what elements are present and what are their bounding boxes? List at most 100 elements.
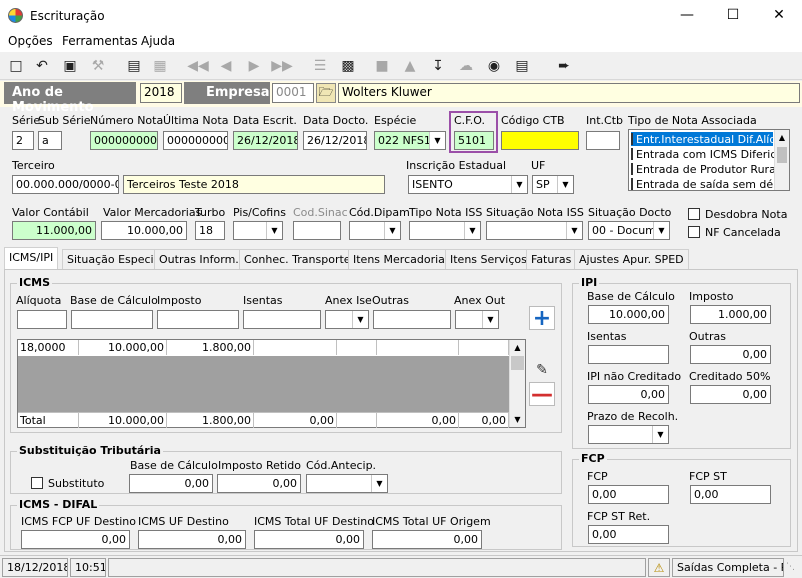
table-row[interactable]: 18,0000 10.000,00 1.800,00 xyxy=(18,340,509,355)
undo-icon[interactable]: ↶ xyxy=(32,56,52,76)
import-icon[interactable]: ↧ xyxy=(428,56,448,76)
int-ctb-field[interactable] xyxy=(586,131,620,150)
close-button[interactable]: ✕ xyxy=(756,0,802,30)
icms-grid[interactable]: 18,0000 10.000,00 1.800,00 Total 10.000,… xyxy=(17,339,526,428)
terceiro-cnpj-field[interactable]: 00.000.000/0000-00 xyxy=(12,175,119,194)
cib-icon[interactable]: ◉ xyxy=(484,56,504,76)
list-item[interactable]: Entr.Interestadual Dif.Alíq xyxy=(631,132,776,146)
tools-icon[interactable]: ⚒ xyxy=(88,56,108,76)
tab-itens-mercadorias[interactable]: Itens Mercadorias xyxy=(348,249,456,269)
edit-icon[interactable]: ✎ xyxy=(529,360,555,380)
numero-nota-field[interactable]: 0000000002 xyxy=(90,131,158,150)
anex-out-select[interactable]: ▼ xyxy=(455,310,499,329)
aliquota-input[interactable] xyxy=(17,310,67,329)
subserie-field[interactable]: a xyxy=(38,131,62,150)
tab-situacao-especial[interactable]: Situação Especial xyxy=(62,249,169,269)
tab-ajustes-sped[interactable]: Ajustes Apur. SPED xyxy=(574,249,689,269)
fcp-field[interactable]: 0,00 xyxy=(588,485,669,504)
checkbox[interactable] xyxy=(631,133,633,145)
scroll-up-icon[interactable]: ▲ xyxy=(775,130,789,145)
isentas-input[interactable] xyxy=(243,310,321,329)
maximize-button[interactable]: ☐ xyxy=(710,0,756,30)
grid-scrollbar[interactable]: ▲ ▼ xyxy=(509,340,525,427)
menu-ferramentas[interactable]: Ferramentas xyxy=(62,34,138,48)
ie-select[interactable]: ISENTO ▼ xyxy=(408,175,528,194)
nf-cancelada-checkbox[interactable] xyxy=(688,226,700,238)
anex-ise-select[interactable]: ▼ xyxy=(325,310,369,329)
menu-opcoes[interactable]: Opções xyxy=(8,34,53,48)
difal-fcp-field[interactable]: 0,00 xyxy=(21,530,130,549)
difal-total-orig-field[interactable]: 0,00 xyxy=(372,530,482,549)
open-folder-icon[interactable]: 🗁 xyxy=(316,83,336,103)
list-item[interactable]: Entrada de Produtor Rural xyxy=(631,162,779,176)
add-icon[interactable]: + xyxy=(529,306,555,331)
sit-iss-select[interactable]: ▼ xyxy=(486,221,583,240)
st-antecip-select[interactable]: ▼ xyxy=(306,474,388,493)
substituto-checkbox[interactable] xyxy=(31,477,43,489)
pis-select[interactable]: ▼ xyxy=(233,221,283,240)
sit-docto-select[interactable]: 00 - Documen ▼ xyxy=(588,221,670,240)
ipi-base-field[interactable]: 10.000,00 xyxy=(588,305,669,324)
ipi-nao-cred-field[interactable]: 0,00 xyxy=(588,385,669,404)
valor-merc-field[interactable]: 10.000,00 xyxy=(101,221,187,240)
nf-icon[interactable]: ▦ xyxy=(150,56,170,76)
ultima-nota-field[interactable]: 0000000002 xyxy=(163,131,228,150)
calc-icon[interactable]: ▩ xyxy=(338,56,358,76)
tab-itens-servicos[interactable]: Itens Serviços xyxy=(445,249,532,269)
scroll-down-icon[interactable]: ▼ xyxy=(510,412,525,427)
tipo-nota-list[interactable]: Entr.Interestadual Dif.Alíq Entrada com … xyxy=(628,129,790,191)
especie-select[interactable]: 022 NFS1 ▼ xyxy=(374,131,446,150)
st-base-field[interactable]: 0,00 xyxy=(129,474,213,493)
checkbox[interactable] xyxy=(631,163,633,175)
difal-total-dest-field[interactable]: 0,00 xyxy=(254,530,364,549)
serie-field[interactable]: 2 xyxy=(12,131,34,150)
resize-grip-icon[interactable]: ⋱ xyxy=(786,562,800,576)
imposto-input[interactable] xyxy=(157,310,239,329)
ano-field[interactable]: 2018 xyxy=(140,83,182,103)
cod-dipam-select[interactable]: ▼ xyxy=(349,221,401,240)
remove-icon[interactable]: — xyxy=(529,382,555,407)
cloud-icon[interactable]: ☁ xyxy=(456,56,476,76)
ipi-isentas-field[interactable] xyxy=(588,345,669,364)
uf-select[interactable]: SP ▼ xyxy=(532,175,574,194)
prev-icon[interactable]: ◀ xyxy=(216,56,236,76)
next-icon[interactable]: ▶ xyxy=(244,56,264,76)
ipi-imposto-field[interactable]: 1.000,00 xyxy=(690,305,771,324)
tab-icms-ipi[interactable]: ICMS/IPI xyxy=(4,247,59,269)
scrollbar[interactable]: ▲ xyxy=(774,130,789,190)
data-escrit-field[interactable]: 26/12/2018 xyxy=(233,131,298,150)
checkbox[interactable] xyxy=(631,178,633,190)
fcp-st-ret-field[interactable]: 0,00 xyxy=(588,525,669,544)
tab-conhec-transporte[interactable]: Conhec. Transporte xyxy=(239,249,356,269)
cod-sinac-field[interactable] xyxy=(293,221,341,240)
turbo-field[interactable]: 18 xyxy=(195,221,225,240)
tree-icon[interactable]: ☰ xyxy=(310,56,330,76)
save-icon[interactable]: ▣ xyxy=(60,56,80,76)
minimize-button[interactable]: — xyxy=(664,0,710,30)
menu-ajuda[interactable]: Ajuda xyxy=(141,34,175,48)
checkbox[interactable] xyxy=(631,148,633,160)
data-docto-field[interactable]: 26/12/2018 xyxy=(303,131,367,150)
ipi-outras-field[interactable]: 0,00 xyxy=(690,345,771,364)
folder-icon[interactable]: ■ xyxy=(372,56,392,76)
desdobra-checkbox[interactable] xyxy=(688,208,700,220)
ipi-cred50-field[interactable]: 0,00 xyxy=(690,385,771,404)
exit-icon[interactable]: ➨ xyxy=(554,56,574,76)
list-item[interactable]: Entrada de saída sem débi xyxy=(631,177,783,191)
preview-icon[interactable]: ▤ xyxy=(124,56,144,76)
scroll-thumb[interactable] xyxy=(511,356,524,370)
ipi-prazo-select[interactable]: ▼ xyxy=(588,425,669,444)
codigo-ctb-field[interactable] xyxy=(501,131,579,150)
tab-faturas[interactable]: Faturas xyxy=(526,249,577,269)
difal-dest-field[interactable]: 0,00 xyxy=(138,530,246,549)
database-icon[interactable]: ▤ xyxy=(512,56,532,76)
tab-outras-inform[interactable]: Outras Inform. xyxy=(154,249,244,269)
first-icon[interactable]: ◀◀ xyxy=(187,56,209,76)
last-icon[interactable]: ▶▶ xyxy=(271,56,293,76)
fcp-st-field[interactable]: 0,00 xyxy=(690,485,771,504)
valor-contabil-field[interactable]: 11.000,00 xyxy=(12,221,96,240)
outras-input[interactable] xyxy=(373,310,451,329)
new-icon[interactable]: □ xyxy=(6,56,26,76)
tipo-iss-select[interactable]: ▼ xyxy=(409,221,481,240)
st-retido-field[interactable]: 0,00 xyxy=(217,474,301,493)
